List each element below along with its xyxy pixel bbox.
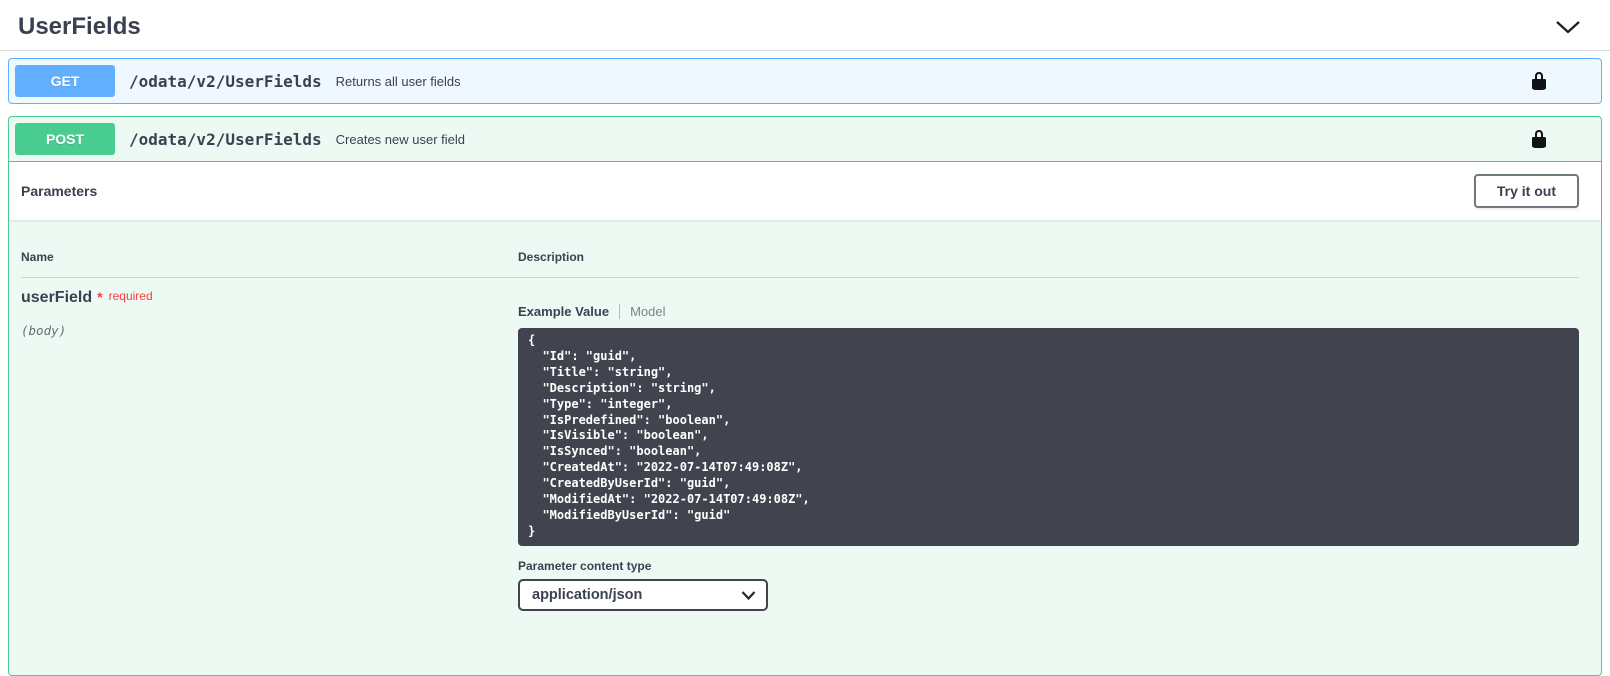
post-endpoint-path-link[interactable]: /odata/v2/UserFields (129, 130, 322, 149)
lock-icon (1529, 129, 1549, 149)
parameters-table-header: Name Description (21, 250, 1579, 278)
opblock-post-userfields: POST /odata/v2/UserFields Creates new us… (8, 116, 1602, 676)
tag-section-header: UserFields (0, 0, 1610, 51)
get-endpoint-description: Returns all user fields (336, 74, 1515, 89)
parameters-title: Parameters (21, 183, 97, 199)
column-header-description: Description (518, 250, 1579, 264)
post-endpoint-summary[interactable]: POST /odata/v2/UserFields Creates new us… (9, 117, 1601, 162)
example-model-tabs: Example Value Model (518, 304, 1579, 319)
content-type-select-wrapper: application/json (518, 579, 768, 611)
opblock-get-userfields: GET /odata/v2/UserFields Returns all use… (8, 58, 1602, 104)
parameters-table: Name Description userField * required (bod… (9, 220, 1601, 611)
required-asterisk: * (97, 289, 102, 305)
post-authorize-lock-button[interactable] (1529, 129, 1549, 149)
required-label: required (109, 289, 153, 303)
collapse-section-button[interactable] (1552, 16, 1584, 38)
post-method-badge: POST (15, 123, 115, 155)
tab-example-value[interactable]: Example Value (518, 304, 619, 319)
content-type-select[interactable]: application/json (518, 579, 768, 611)
parameter-content-type-label: Parameter content type (518, 559, 1579, 573)
parameter-name: userField (21, 289, 92, 306)
tab-model[interactable]: Model (620, 304, 665, 319)
page-title: UserFields (18, 13, 141, 41)
post-endpoint-description: Creates new user field (336, 132, 1515, 147)
example-value-code-block: { "Id": "guid", "Title": "string", "Desc… (518, 328, 1579, 546)
get-authorize-lock-button[interactable] (1529, 71, 1549, 91)
get-method-badge: GET (15, 65, 115, 97)
parameter-name-cell: userField * required (body) (21, 289, 518, 611)
get-endpoint-path-link[interactable]: /odata/v2/UserFields (129, 72, 322, 91)
parameters-section-header: Parameters Try it out (9, 162, 1601, 220)
try-it-out-button[interactable]: Try it out (1474, 174, 1579, 208)
chevron-down-icon (1554, 20, 1582, 34)
get-endpoint-summary[interactable]: GET /odata/v2/UserFields Returns all use… (9, 59, 1601, 103)
parameter-location: (body) (21, 323, 518, 338)
parameter-description-cell: Example Value Model { "Id": "guid", "Tit… (518, 289, 1579, 611)
column-header-name: Name (21, 250, 518, 264)
parameter-row-userfield: userField * required (body) Example Value … (21, 278, 1579, 611)
lock-icon (1529, 71, 1549, 91)
